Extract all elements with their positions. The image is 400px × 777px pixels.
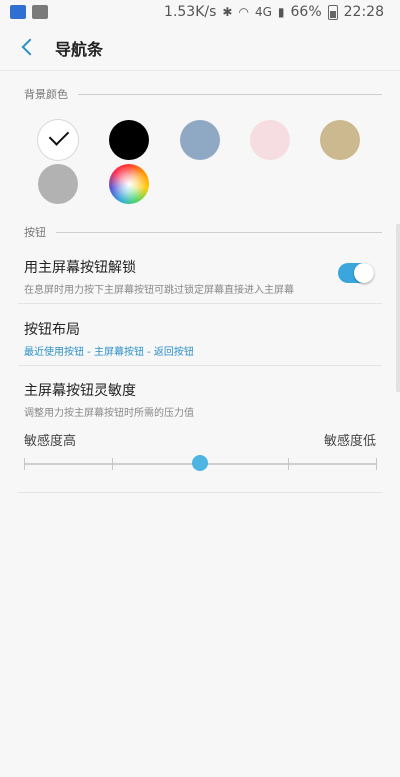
sensitivity-subtitle: 调整用力按主屏幕按钮时所需的压力值	[24, 408, 194, 419]
notification-app-icon	[10, 5, 26, 19]
swatch-blue-gray[interactable]	[180, 120, 220, 160]
battery-percent: 66%	[290, 4, 322, 20]
battery-icon	[327, 4, 338, 20]
app-bar-divider	[0, 70, 400, 71]
clock-time: 22:28	[343, 4, 384, 20]
back-arrow-icon[interactable]	[18, 36, 40, 58]
slider-tick	[376, 458, 377, 470]
row-divider	[18, 303, 382, 304]
buttons-section-header: 按钮	[24, 224, 382, 240]
slider-tick	[112, 458, 113, 470]
sensitivity-high-label: 敏感度高	[24, 434, 77, 449]
network-speed: 1.53K/s	[164, 4, 217, 20]
swatch-white[interactable]	[38, 120, 78, 160]
status-bar: 1.53K/s ✱ ◠ 4G ▮ 66% 22:28	[0, 0, 400, 26]
slider-tick	[288, 458, 289, 470]
button-layout-subtitle: 最近使用按钮 - 主屏幕按钮 - 返回按钮	[24, 347, 194, 358]
background-color-section-header: 背景颜色	[24, 86, 382, 102]
section-divider-line	[56, 231, 382, 233]
sensitivity-low-label: 敏感度低	[323, 434, 376, 449]
background-color-header-label: 背景颜色	[24, 88, 68, 101]
home-button-sensitivity-row: 主屏幕按钮灵敏度 调整用力按主屏幕按钮时所需的压力值	[24, 380, 380, 419]
scroll-indicator[interactable]	[396, 224, 400, 392]
row-divider	[18, 492, 382, 493]
sensitivity-slider[interactable]	[24, 455, 377, 471]
network-type: 4G	[254, 5, 272, 19]
unlock-title: 用主屏幕按钮解锁	[24, 260, 136, 276]
signal-icon: ▮	[277, 5, 285, 19]
unlock-with-home-button-row[interactable]: 用主屏幕按钮解锁 在息屏时用力按下主屏幕按钮可跳过锁定屏幕直接进入主屏幕	[24, 257, 380, 296]
swatch-pink[interactable]	[250, 120, 290, 160]
app-bar: 导航条	[0, 26, 400, 70]
sensitivity-title: 主屏幕按钮灵敏度	[24, 383, 136, 399]
slider-tick	[24, 458, 25, 470]
sensitivity-slider-thumb[interactable]	[192, 455, 208, 471]
section-divider-line	[78, 93, 382, 95]
row-divider	[18, 365, 382, 366]
wifi-icon: ◠	[238, 5, 249, 19]
swatch-black[interactable]	[109, 120, 149, 160]
sensitivity-slider-labels: 敏感度高 敏感度低	[24, 430, 376, 449]
toggle-knob	[354, 263, 374, 283]
swatch-tan[interactable]	[320, 120, 360, 160]
check-icon	[48, 125, 70, 146]
gallery-notification-icon	[32, 5, 48, 19]
page-title: 导航条	[55, 40, 104, 59]
swatch-gray[interactable]	[38, 164, 78, 204]
swatch-custom-color[interactable]	[109, 164, 149, 204]
unlock-toggle[interactable]	[338, 263, 374, 283]
bluetooth-icon: ✱	[222, 5, 233, 19]
button-layout-title: 按钮布局	[24, 322, 80, 338]
unlock-subtitle: 在息屏时用力按下主屏幕按钮可跳过锁定屏幕直接进入主屏幕	[24, 285, 294, 296]
button-layout-row[interactable]: 按钮布局 最近使用按钮 - 主屏幕按钮 - 返回按钮	[24, 319, 380, 358]
buttons-header-label: 按钮	[24, 226, 46, 239]
